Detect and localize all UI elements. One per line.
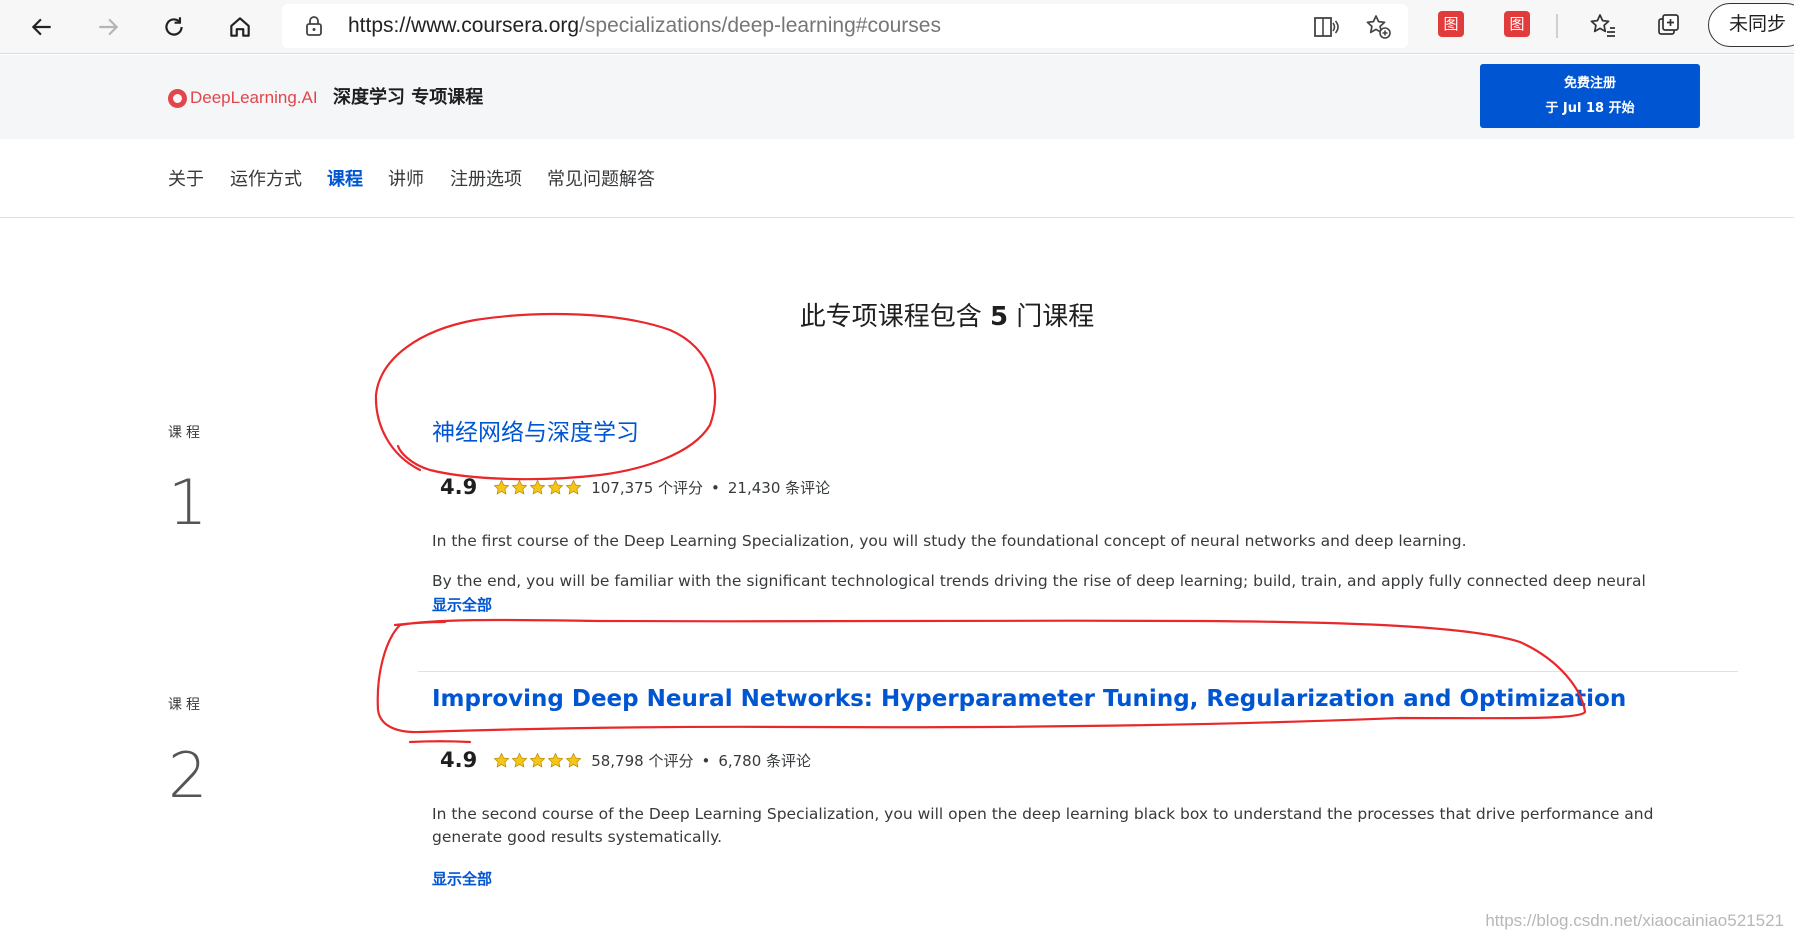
read-aloud-icon[interactable] [1312, 13, 1340, 41]
section-nav: 关于 运作方式 课程 讲师 注册选项 常见问题解答 [0, 139, 1794, 218]
star-rating [493, 752, 583, 769]
star-icon [511, 479, 528, 495]
rating-meta: 107,375 个评分 • 21,430 条评论 [591, 477, 830, 498]
separator-dot: • [711, 478, 720, 497]
tab-instructors[interactable]: 讲师 [388, 165, 424, 191]
star-icon [493, 479, 510, 495]
annotation-underline-course-2 [408, 740, 472, 744]
course-description-truncated: By the end, you will be familiar with th… [432, 572, 1646, 590]
course-number: 1 [168, 466, 208, 539]
home-icon [230, 17, 250, 37]
star-rating [493, 479, 583, 496]
course-number: 2 [168, 739, 208, 812]
rating-meta: 58,798 个评分 • 6,780 条评论 [591, 750, 811, 771]
course-rating: 4.9 58,798 个评分 • 6,780 条评论 [440, 745, 811, 775]
browser-toolbar: https://www.coursera.org/specializations… [0, 0, 1794, 54]
heading-suffix: 门课程 [1008, 302, 1095, 332]
show-all-link[interactable]: 显示全部 [432, 594, 492, 615]
course-description: In the second course of the Deep Learnin… [432, 805, 1654, 846]
course-label: 课程 [168, 697, 204, 713]
tab-enrollment-options[interactable]: 注册选项 [450, 165, 522, 191]
separator-dot: • [701, 751, 711, 770]
star-icon [565, 479, 582, 495]
star-icon [493, 752, 510, 768]
lock-icon[interactable] [302, 14, 326, 38]
course-divider [418, 671, 1738, 672]
annotation-circle-course-1 [374, 312, 717, 481]
reviews-count: 21,430 条评论 [727, 478, 831, 497]
arrow-right-icon [99, 18, 119, 36]
rating-value: 4.9 [440, 475, 478, 499]
ratings-count: 107,375 个评分 [591, 478, 704, 497]
specialization-header: DeepLearning.AI 深度学习 专项课程 免费注册 于 Jul 18 … [0, 55, 1794, 139]
reviews-count: 6,780 条评论 [718, 751, 812, 770]
show-all-link[interactable]: 显示全部 [432, 868, 492, 889]
add-favorite-icon[interactable] [1364, 13, 1392, 41]
arrow-left-icon [31, 18, 51, 36]
star-icon [565, 752, 582, 768]
specialization-title: 深度学习 专项课程 [333, 87, 484, 108]
brand-logo[interactable]: DeepLearning.AI [168, 83, 318, 113]
profile-sync-button[interactable]: 未同步 [1708, 3, 1794, 47]
rating-value: 4.9 [440, 748, 478, 772]
refresh-button[interactable] [154, 7, 194, 47]
enroll-button[interactable]: 免费注册 于 Jul 18 开始 [1480, 64, 1700, 128]
tab-faq[interactable]: 常见问题解答 [547, 165, 655, 191]
watermark-text: https://blog.csdn.net/xiaocainiao521521 [1485, 911, 1784, 930]
tab-about[interactable]: 关于 [168, 165, 204, 191]
url-text[interactable]: https://www.coursera.org/specializations… [348, 4, 941, 48]
star-icon [511, 752, 528, 768]
extension-icon[interactable]: 图 [1504, 11, 1530, 37]
star-icon [547, 479, 564, 495]
courses-heading: 此专项课程包含 5 门课程 [0, 296, 1794, 333]
brand-name: DeepLearning.AI [190, 88, 318, 107]
ratings-count: 58,798 个评分 [591, 751, 694, 770]
course-title-link[interactable]: Improving Deep Neural Networks: Hyperpar… [432, 686, 1626, 712]
url-host: https://www.coursera.org [348, 14, 580, 37]
tab-how-it-works[interactable]: 运作方式 [230, 165, 302, 191]
deeplearning-logo-icon [168, 88, 187, 108]
course-title-link[interactable]: 神经网络与深度学习 [432, 413, 639, 447]
course-count: 5 [989, 302, 1009, 332]
back-button[interactable] [22, 7, 62, 47]
star-icon [529, 752, 546, 768]
forward-button[interactable] [88, 7, 128, 47]
course-label: 课程 [168, 425, 204, 441]
extension-icon[interactable]: 图 [1438, 11, 1464, 37]
annotation-circle-course-2 [376, 618, 1587, 734]
url-path: /specializations/deep-learning#courses [579, 14, 941, 37]
star-icon [529, 479, 546, 495]
home-button[interactable] [220, 7, 260, 47]
collections-icon[interactable] [1654, 11, 1684, 41]
heading-prefix: 此专项课程包含 [799, 302, 990, 332]
tab-courses[interactable]: 课程 [327, 165, 363, 191]
enroll-label: 免费注册 [1563, 76, 1616, 91]
course-rating: 4.9 107,375 个评分 • 21,430 条评论 [440, 472, 830, 502]
address-bar[interactable]: https://www.coursera.org/specializations… [282, 4, 1408, 48]
star-icon [547, 752, 564, 768]
toolbar-divider [1556, 14, 1558, 38]
course-description: In the first course of the Deep Learning… [432, 532, 1467, 550]
enroll-start-date: 于 Jul 18 开始 [1545, 101, 1635, 116]
refresh-icon [165, 17, 183, 36]
favorites-icon[interactable] [1588, 11, 1618, 41]
